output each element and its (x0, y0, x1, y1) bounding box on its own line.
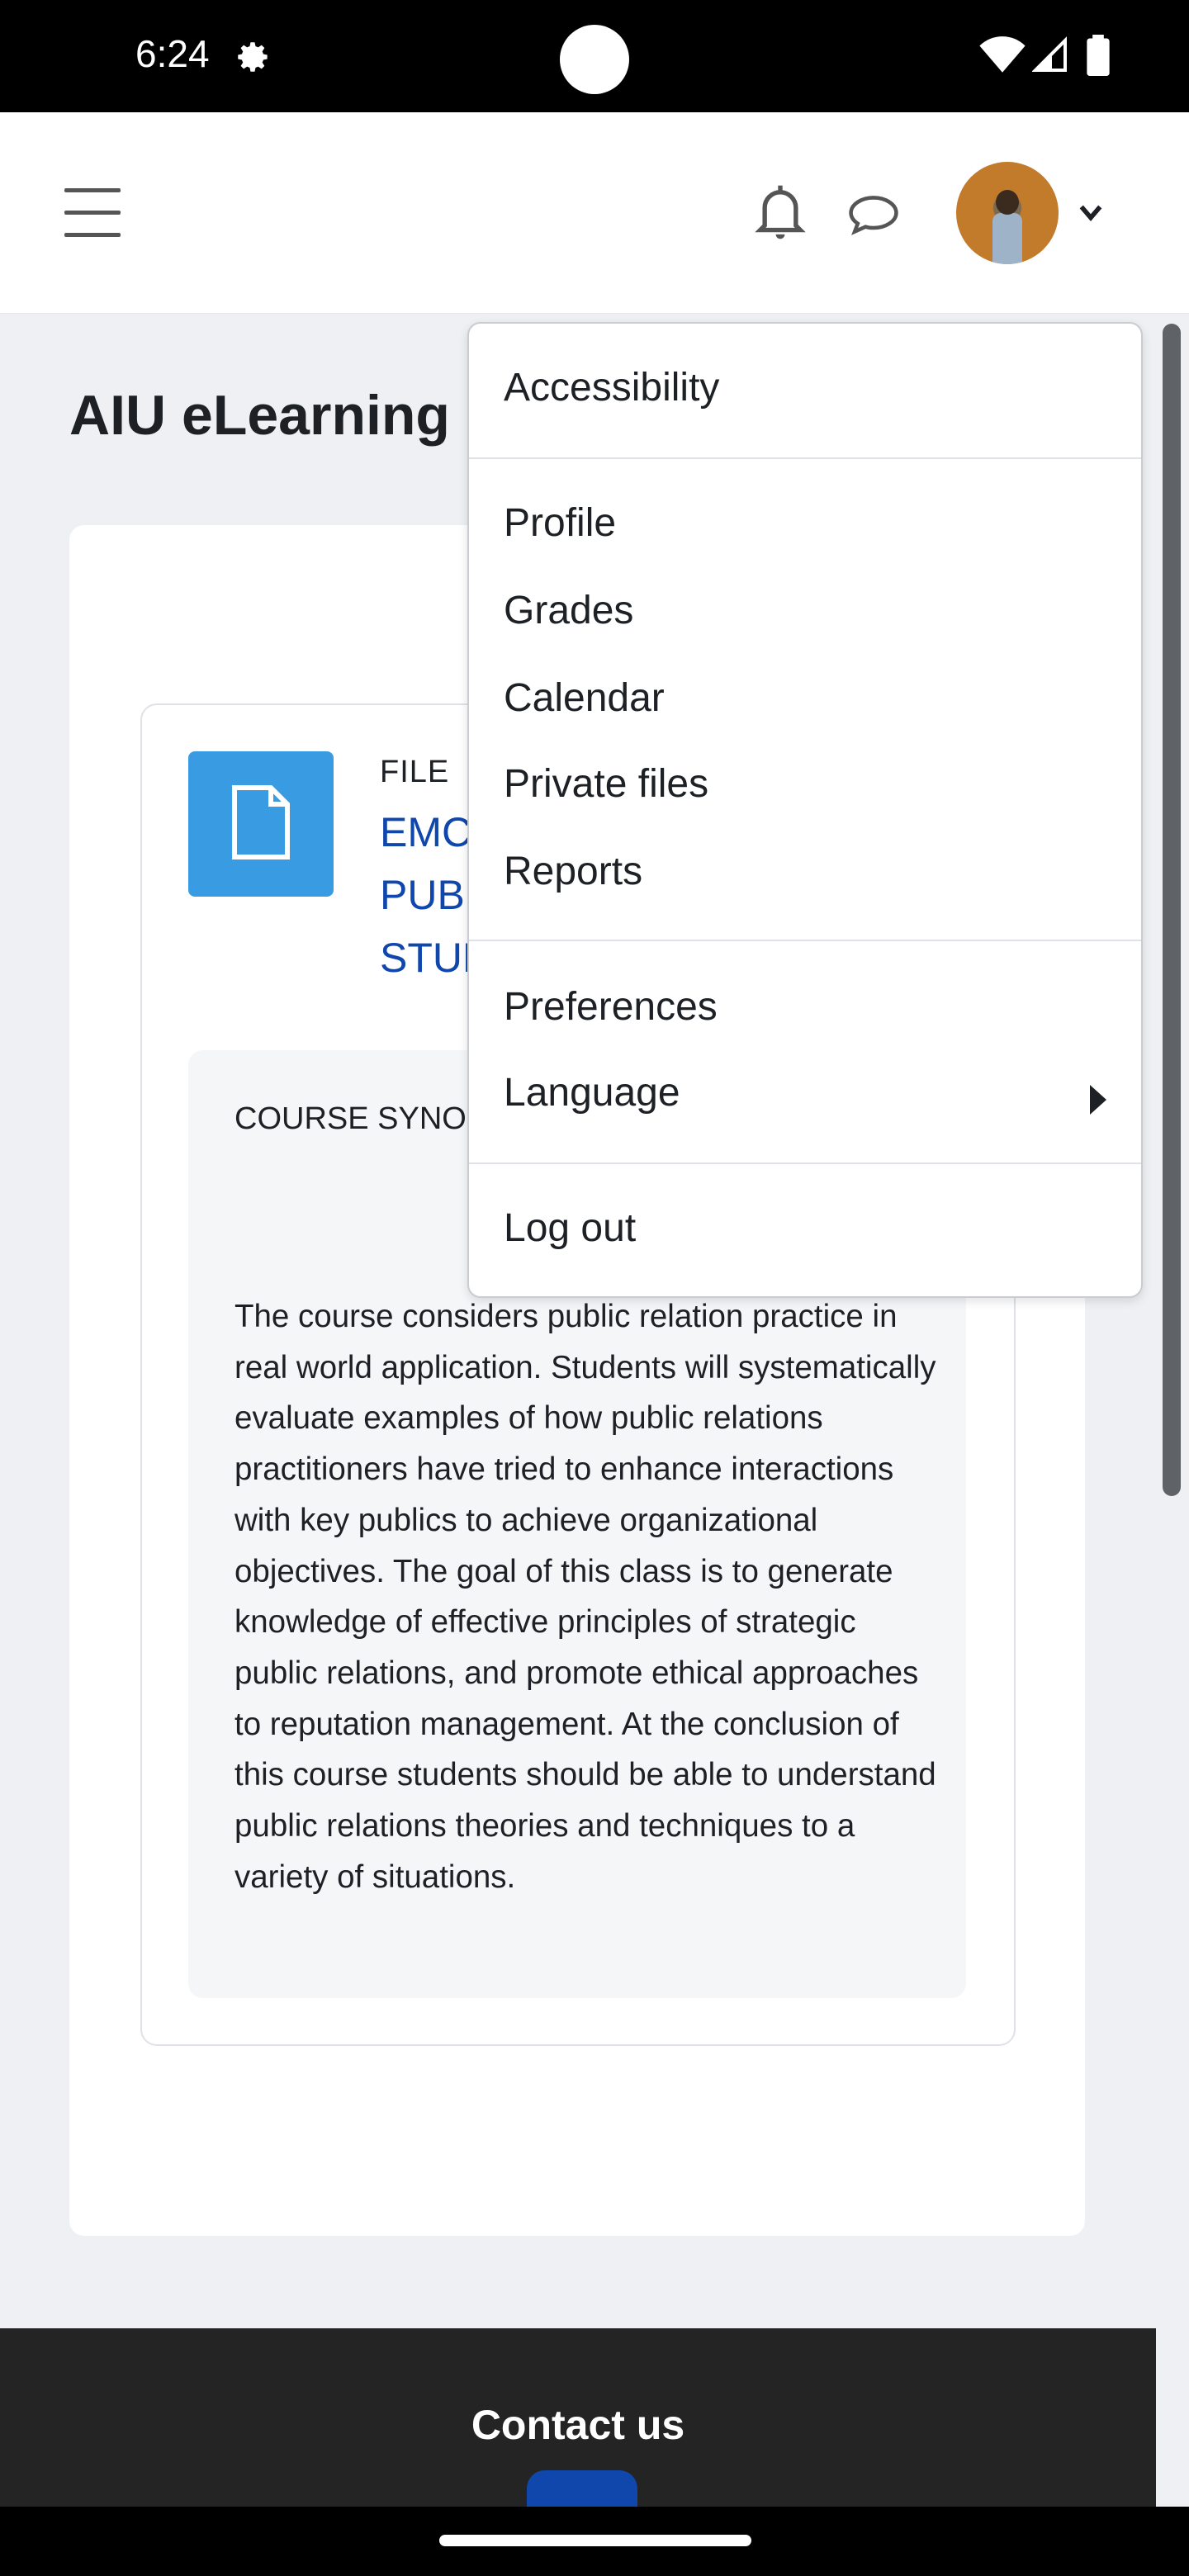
menu-divider (469, 1163, 1141, 1164)
page-title: AIU eLearning (69, 384, 450, 447)
contact-us-heading: Contact us (471, 2402, 685, 2448)
menu-divider (469, 457, 1141, 459)
cell-signal-icon (1032, 36, 1067, 72)
user-avatar[interactable] (956, 162, 1059, 264)
menu-item-private-files[interactable]: Private files (504, 761, 708, 807)
synopsis-heading: COURSE SYNOP (234, 1101, 488, 1136)
menu-item-accessibility[interactable]: Accessibility (504, 365, 719, 410)
status-time: 6:24 (135, 32, 210, 75)
menu-divider (469, 940, 1141, 941)
user-menu-dropdown: Accessibility Profile Grades Calendar Pr… (467, 322, 1143, 1298)
notification-bell-icon[interactable] (753, 183, 808, 241)
menu-item-calendar[interactable]: Calendar (504, 675, 665, 721)
system-navigation-bar (0, 2507, 1189, 2576)
chevron-down-icon[interactable] (1078, 203, 1103, 223)
menu-item-profile[interactable]: Profile (504, 500, 616, 546)
menu-item-log-out[interactable]: Log out (504, 1205, 636, 1251)
top-navbar (0, 112, 1189, 314)
menu-item-grades[interactable]: Grades (504, 588, 633, 633)
caret-right-icon (1090, 1085, 1106, 1115)
battery-icon (1087, 35, 1110, 76)
file-document-icon[interactable] (188, 751, 334, 897)
hamburger-menu-icon[interactable] (64, 188, 121, 237)
menu-item-reports[interactable]: Reports (504, 849, 642, 894)
home-gesture-handle[interactable] (439, 2535, 751, 2546)
settings-gear-icon (238, 42, 268, 72)
page-scrollbar[interactable] (1163, 324, 1181, 1496)
camera-cutout (560, 25, 629, 94)
messages-chat-icon[interactable] (847, 192, 900, 238)
status-bar: 6:24 (0, 0, 1189, 112)
menu-item-preferences[interactable]: Preferences (504, 984, 718, 1030)
activity-type-label: FILE (380, 755, 450, 789)
wifi-icon (979, 36, 1026, 73)
menu-item-language[interactable]: Language (504, 1070, 680, 1115)
synopsis-text: The course considers public relation pra… (234, 1299, 936, 1895)
